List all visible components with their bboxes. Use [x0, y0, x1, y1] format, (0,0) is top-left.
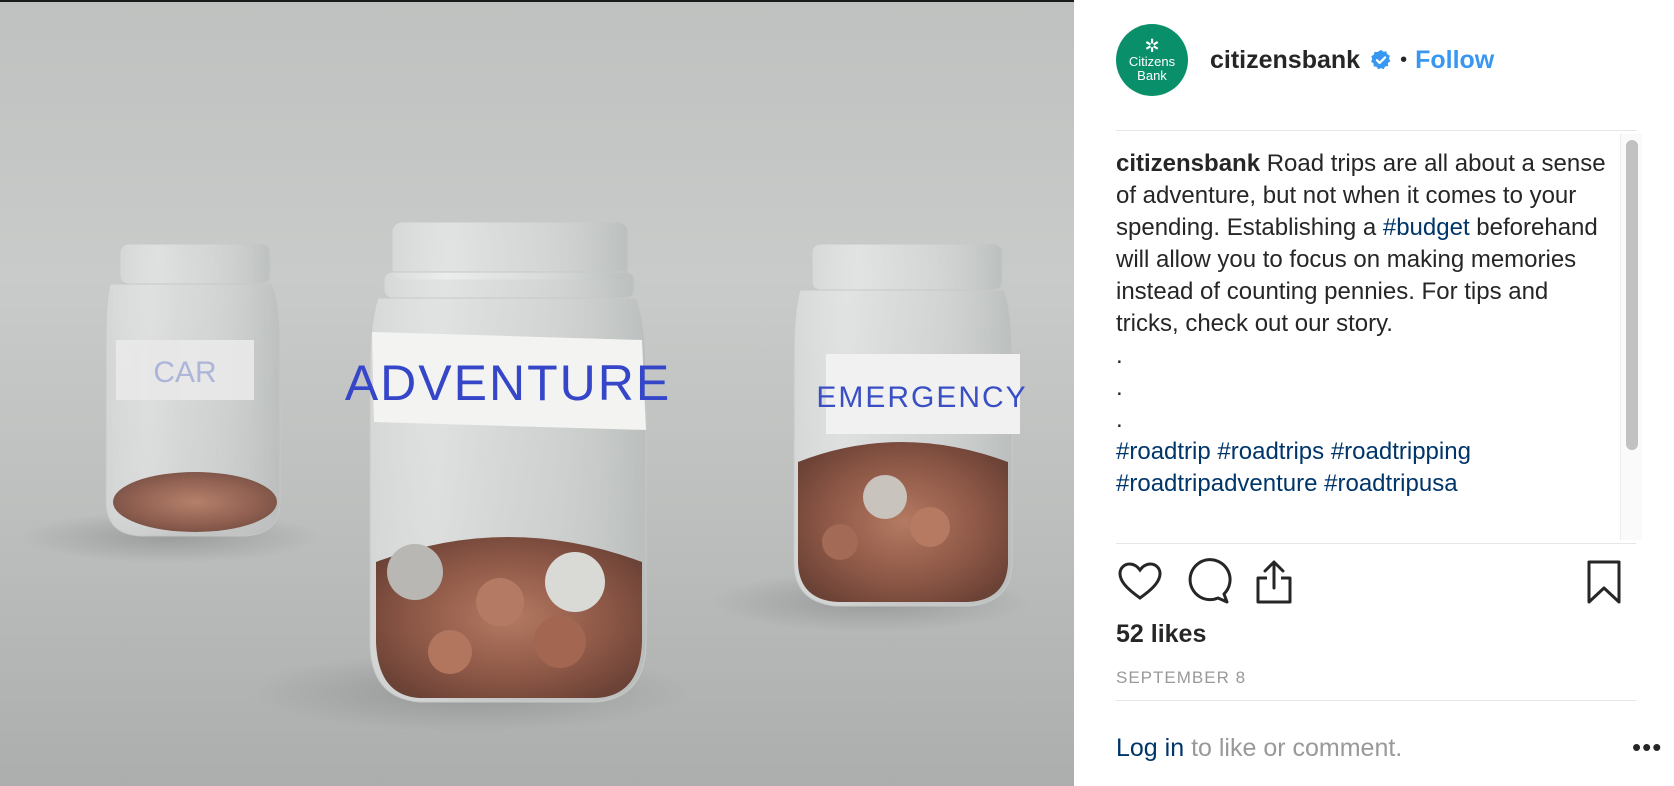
caption-username[interactable]: citizensbank — [1116, 150, 1260, 177]
citizens-bank-logo-icon: ✲ — [1144, 36, 1160, 56]
avatar[interactable]: ✲ Citizens Bank — [1116, 24, 1188, 96]
like-button[interactable] — [1116, 558, 1164, 606]
divider-top — [1116, 130, 1636, 131]
emergency-jar: EMERGENCY — [793, 243, 1027, 607]
header-username[interactable]: citizensbank — [1210, 46, 1360, 75]
comment-icon — [1188, 558, 1232, 604]
action-bar — [1116, 558, 1640, 610]
hashtag-roadtripadventure[interactable]: #roadtripadventure — [1116, 470, 1317, 497]
jars-illustration: CAR EMERGENCY ADVENTURE — [20, 221, 1030, 732]
share-icon — [1256, 560, 1292, 604]
comment-button[interactable] — [1184, 558, 1232, 606]
instagram-post: CAR EMERGENCY ADVENTURE ✲ Citizens Bank … — [0, 0, 1674, 786]
post-header: ✲ Citizens Bank citizensbank • Follow — [1116, 24, 1636, 96]
verified-badge-icon — [1371, 49, 1391, 70]
caption-dot: . — [1116, 374, 1123, 401]
login-link[interactable]: Log in — [1116, 734, 1184, 762]
scrollbar-thumb[interactable] — [1626, 140, 1638, 450]
post-side-panel: ✲ Citizens Bank citizensbank • Follow ci… — [1074, 0, 1674, 786]
adventure-jar: ADVENTURE — [345, 221, 671, 703]
hashtag-line-1: #roadtrip #roadtrips #roadtripping — [1116, 436, 1612, 468]
avatar-logo-line1: Citizens — [1128, 54, 1176, 69]
follow-button[interactable]: Follow — [1415, 46, 1494, 75]
bookmark-icon — [1587, 560, 1621, 604]
post-caption: citizensbank Road trips are all about a … — [1116, 148, 1612, 542]
caption-dot: . — [1116, 342, 1123, 369]
likes-count[interactable]: 52 likes — [1116, 620, 1206, 649]
header-separator: • — [1400, 48, 1408, 71]
heart-icon — [1118, 562, 1162, 600]
more-options-icon[interactable]: ••• — [1632, 732, 1662, 763]
share-button[interactable] — [1250, 558, 1298, 606]
comment-bar: Log in to like or comment. — [1116, 734, 1640, 763]
adventure-jar-label: ADVENTURE — [345, 355, 671, 411]
divider-bottom — [1116, 700, 1636, 701]
hashtag-roadtripping[interactable]: #roadtripping — [1331, 438, 1471, 465]
caption-dot: . — [1116, 406, 1123, 433]
hashtag-roadtrips[interactable]: #roadtrips — [1217, 438, 1324, 465]
hashtag-roadtrip[interactable]: #roadtrip — [1116, 438, 1211, 465]
save-button[interactable] — [1580, 558, 1628, 606]
emergency-jar-label: EMERGENCY — [816, 381, 1027, 414]
avatar-logo-line2: Bank — [1137, 68, 1167, 83]
car-jar: CAR — [105, 243, 281, 537]
caption-scrollbar[interactable] — [1620, 134, 1642, 540]
car-jar-label: CAR — [153, 356, 216, 389]
comment-prompt: to like or comment. — [1184, 734, 1403, 762]
hashtag-line-2: #roadtripadventure #roadtripusa — [1116, 468, 1612, 500]
hashtag-budget[interactable]: #budget — [1383, 214, 1470, 241]
post-photo[interactable]: CAR EMERGENCY ADVENTURE — [0, 0, 1074, 786]
hashtag-roadtripusa[interactable]: #roadtripusa — [1324, 470, 1457, 497]
divider-middle — [1116, 543, 1636, 544]
post-date[interactable]: SEPTEMBER 8 — [1116, 668, 1246, 688]
